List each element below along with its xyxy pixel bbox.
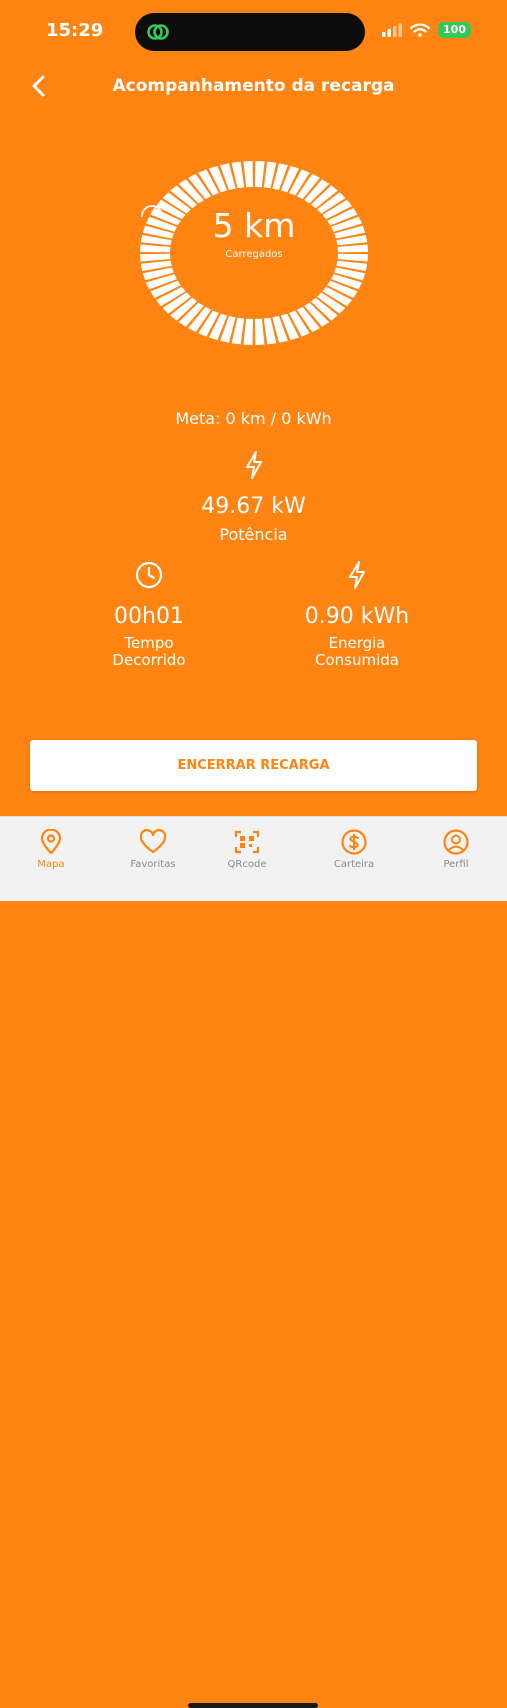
energy-label-line1: Energia bbox=[328, 634, 386, 652]
energy-label-line2: Consumida bbox=[315, 651, 399, 669]
ring-segment bbox=[243, 161, 253, 188]
tab-carteira[interactable]: Carteira bbox=[314, 829, 394, 870]
profile-icon bbox=[443, 829, 469, 855]
elapsed-time-value: 00h01 bbox=[114, 604, 184, 629]
tab-bar: Mapa Favoritas QRcode Carteira Perfil bbox=[0, 816, 507, 1708]
elapsed-time-label: Tempo Decorrido bbox=[49, 635, 249, 669]
qrcode-icon bbox=[234, 830, 260, 854]
map-pin-icon bbox=[40, 829, 62, 855]
tab-label-favoritas: Favoritas bbox=[130, 859, 176, 870]
dynamic-island bbox=[135, 13, 365, 51]
charged-distance-label: Carregados bbox=[225, 249, 283, 260]
tab-label-qrcode: QRcode bbox=[227, 859, 267, 870]
energy-value: 0.90 kWh bbox=[304, 604, 410, 629]
energy-block: 0.90 kWh Energia Consumida bbox=[257, 560, 457, 669]
page-title: Acompanhamento da recarga bbox=[112, 76, 395, 96]
status-bar: 15:29 100 bbox=[0, 0, 507, 62]
home-indicator bbox=[188, 1703, 318, 1708]
tab-label-perfil: Perfil bbox=[443, 859, 469, 870]
power-label: Potência bbox=[219, 525, 288, 544]
status-indicators: 100 bbox=[382, 22, 471, 38]
end-charge-button[interactable]: ENCERRAR RECARGA bbox=[30, 740, 477, 791]
tab-mapa[interactable]: Mapa bbox=[11, 829, 91, 870]
energy-label: Energia Consumida bbox=[257, 635, 457, 669]
tab-label-carteira: Carteira bbox=[333, 859, 375, 870]
ring-center: 5 km Carregados bbox=[138, 200, 370, 260]
wifi-icon bbox=[410, 23, 431, 37]
clock-icon bbox=[135, 561, 163, 589]
tab-label-mapa: Mapa bbox=[37, 859, 65, 870]
ring-segment bbox=[255, 318, 265, 345]
tab-favoritas[interactable]: Favoritas bbox=[113, 829, 193, 870]
status-time: 15:29 bbox=[46, 20, 104, 41]
elapsed-time-block: 00h01 Tempo Decorrido bbox=[49, 560, 249, 669]
power-block: 49.67 kW Potência bbox=[0, 450, 507, 544]
lightning-icon bbox=[245, 451, 262, 479]
ring-segment bbox=[255, 161, 265, 188]
battery-indicator: 100 bbox=[438, 22, 471, 38]
elapsed-label-line2: Decorrido bbox=[112, 651, 186, 669]
charge-progress-ring: 5 km Carregados bbox=[138, 160, 370, 346]
heart-icon bbox=[139, 829, 167, 854]
tab-qrcode[interactable]: QRcode bbox=[207, 829, 287, 870]
tab-perfil[interactable]: Perfil bbox=[416, 829, 496, 870]
link-icon bbox=[147, 24, 169, 40]
signal-icon bbox=[382, 23, 403, 37]
ring-segment bbox=[243, 318, 253, 345]
power-value: 49.67 kW bbox=[201, 494, 306, 519]
dollar-icon bbox=[341, 829, 367, 855]
speedometer-icon bbox=[141, 205, 163, 217]
lightning-icon bbox=[349, 561, 365, 589]
goal-text: Meta: 0 km / 0 kWh bbox=[175, 409, 332, 428]
elapsed-label-line1: Tempo bbox=[124, 634, 174, 652]
header: Acompanhamento da recarga bbox=[0, 62, 507, 112]
charged-distance: 5 km bbox=[212, 206, 296, 245]
